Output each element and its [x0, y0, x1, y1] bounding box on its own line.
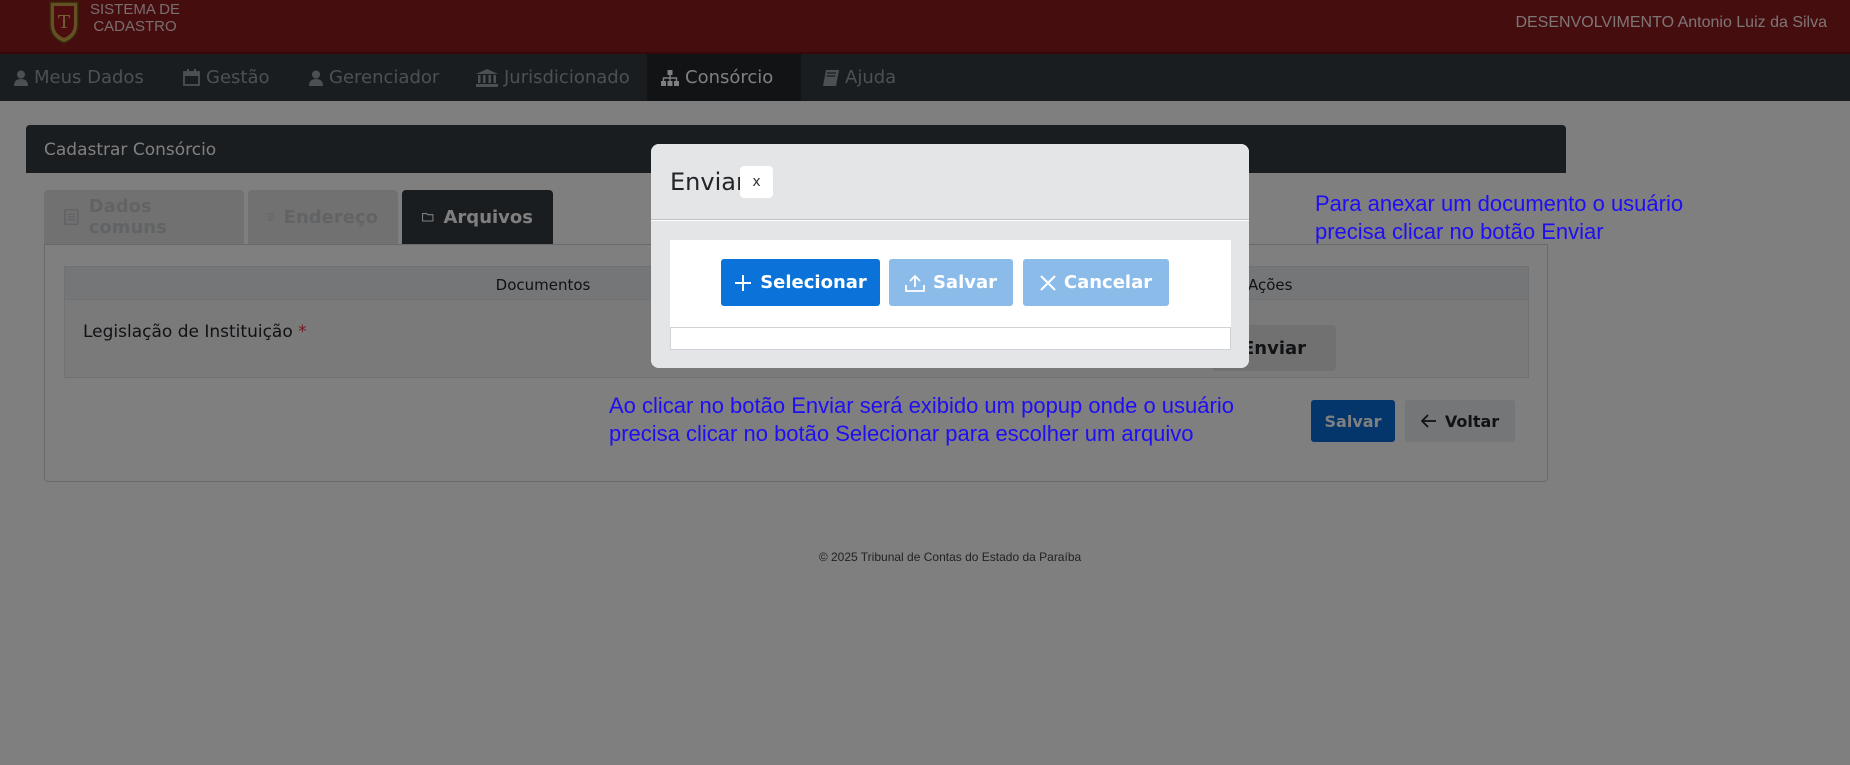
modal-salvar-button[interactable]: Salvar — [889, 259, 1013, 306]
file-upload-panel: Selecionar Salvar Cancelar — [670, 240, 1231, 350]
modal-title: Enviar — [670, 168, 746, 196]
file-list-area — [670, 327, 1231, 350]
modal-salvar-label: Salvar — [932, 272, 998, 293]
selecionar-button[interactable]: Selecionar — [721, 259, 880, 306]
cancelar-label: Cancelar — [1063, 272, 1153, 293]
cancelar-button[interactable]: Cancelar — [1023, 259, 1169, 306]
annotation-selecionar-hint: Ao clicar no botão Enviar será exibido u… — [609, 393, 1234, 446]
modal-close-button[interactable]: x — [740, 166, 773, 198]
plus-icon — [735, 274, 752, 291]
upload-icon — [905, 274, 925, 292]
modal-body: Selecionar Salvar Cancelar — [651, 221, 1249, 368]
enviar-modal: Enviar x Selecionar Salvar Cancelar — [651, 144, 1249, 368]
selecionar-label: Selecionar — [760, 272, 867, 293]
modal-backdrop[interactable] — [0, 0, 1850, 765]
modal-header: Enviar x — [651, 144, 1249, 220]
close-icon — [1040, 274, 1056, 291]
annotation-enviar-hint: Para anexar um documento o usuário preci… — [1315, 191, 1684, 244]
